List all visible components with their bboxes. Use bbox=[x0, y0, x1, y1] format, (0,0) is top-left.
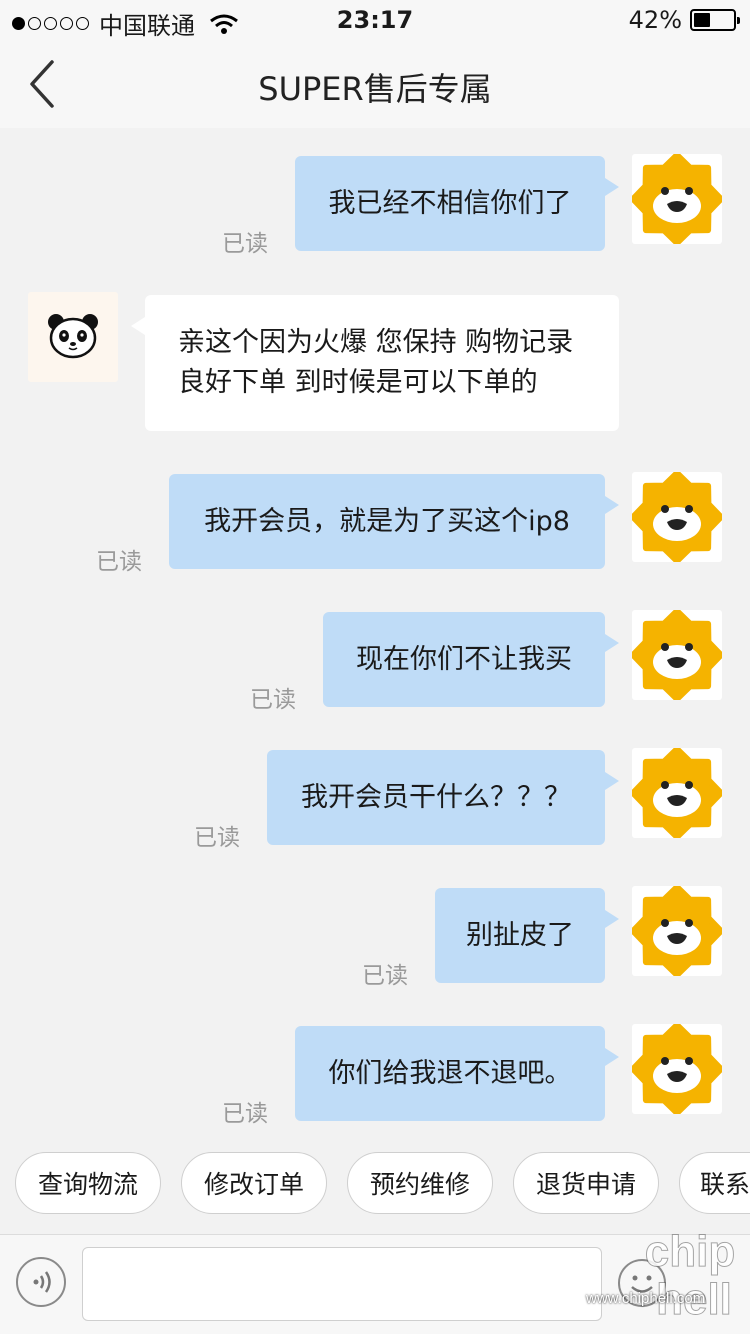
read-receipt: 已读 bbox=[222, 1101, 268, 1127]
user-avatar[interactable] bbox=[630, 152, 724, 246]
lion-icon bbox=[630, 746, 724, 840]
quick-replies-bar: 查询物流 修改订单 预约维修 退货申请 联系 bbox=[0, 1152, 750, 1218]
message-bubble[interactable]: 你们给我退不退吧。 bbox=[295, 1026, 619, 1121]
lion-icon bbox=[630, 608, 724, 702]
quick-reply-chip[interactable]: 修改订单 bbox=[181, 1152, 327, 1214]
voice-icon[interactable] bbox=[16, 1257, 66, 1307]
lion-icon bbox=[630, 884, 724, 978]
read-receipt: 已读 bbox=[194, 825, 240, 851]
battery-status: 42% bbox=[628, 6, 740, 34]
user-avatar[interactable] bbox=[630, 746, 724, 840]
status-bar: 中国联通 23:17 42% bbox=[0, 0, 750, 40]
message-bubble[interactable]: 亲这个因为火爆 您保持 购物记录 良好下单 到时候是可以下单的 bbox=[131, 295, 619, 431]
message-bubble[interactable]: 我已经不相信你们了 bbox=[295, 156, 619, 251]
read-receipt: 已读 bbox=[362, 963, 408, 989]
message-bubble[interactable]: 我开会员，就是为了买这个ip8 bbox=[169, 474, 619, 569]
read-receipt: 已读 bbox=[96, 549, 142, 575]
input-bar bbox=[0, 1234, 750, 1334]
message-bubble[interactable]: 我开会员干什么？？？ bbox=[267, 750, 619, 845]
message-line: 亲这个因为火爆 您保持 购物记录 bbox=[178, 327, 574, 358]
battery-icon bbox=[690, 9, 740, 31]
page-title: SUPER售后专属 bbox=[258, 70, 492, 108]
message-input[interactable] bbox=[82, 1247, 602, 1321]
quick-reply-chip[interactable]: 查询物流 bbox=[15, 1152, 161, 1214]
quick-reply-chip[interactable]: 预约维修 bbox=[347, 1152, 493, 1214]
quick-reply-chip[interactable]: 退货申请 bbox=[513, 1152, 659, 1214]
user-avatar[interactable] bbox=[630, 470, 724, 564]
nav-bar: SUPER售后专属 bbox=[0, 40, 750, 128]
lion-icon bbox=[630, 470, 724, 564]
user-avatar[interactable] bbox=[630, 608, 724, 702]
read-receipt: 已读 bbox=[222, 231, 268, 257]
lion-icon bbox=[630, 1022, 724, 1116]
message-line: 良好下单 到时候是可以下单的 bbox=[178, 367, 538, 398]
panda-icon bbox=[48, 314, 98, 359]
agent-avatar[interactable] bbox=[28, 292, 118, 382]
battery-percent: 42% bbox=[628, 6, 682, 34]
quick-reply-chip[interactable]: 联系 bbox=[679, 1152, 750, 1214]
read-receipt: 已读 bbox=[250, 687, 296, 713]
message-bubble[interactable]: 现在你们不让我买 bbox=[323, 612, 619, 707]
emoji-icon[interactable] bbox=[618, 1259, 666, 1307]
message-bubble[interactable]: 别扯皮了 bbox=[435, 888, 619, 983]
lion-icon bbox=[630, 152, 724, 246]
user-avatar[interactable] bbox=[630, 884, 724, 978]
user-avatar[interactable] bbox=[630, 1022, 724, 1116]
